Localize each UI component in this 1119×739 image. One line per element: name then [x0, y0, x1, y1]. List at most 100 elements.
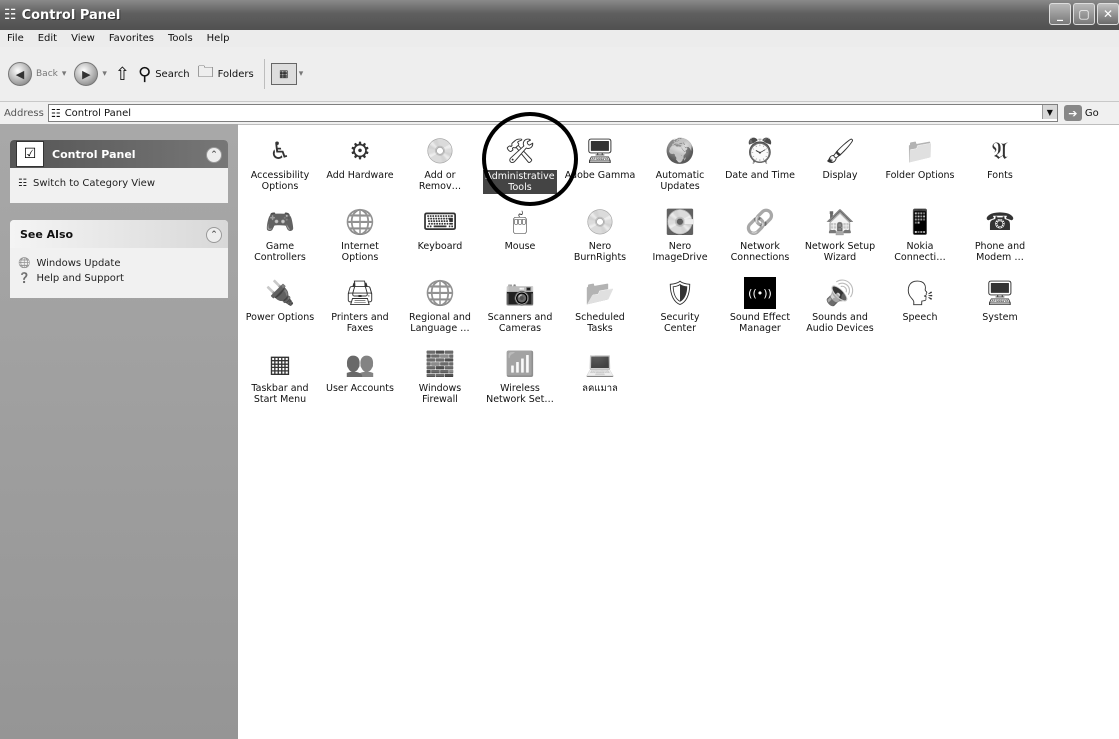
control-panel-box: ☑ Control Panel ⌃ ☷ Switch to Category V… [10, 140, 228, 203]
collapse-icon[interactable]: ⌃ [206, 147, 222, 163]
item-label: Scheduled Tasks [575, 312, 625, 334]
internet-options-icon: 🌐 [345, 208, 375, 236]
item-label: Internet Options [341, 241, 379, 263]
maximize-button[interactable]: ▢ [1073, 3, 1095, 25]
automatic-updates-icon: 🌍 [665, 137, 695, 165]
cp-item-windows-firewall[interactable]: 🧱 Windows Firewall [400, 348, 480, 405]
user-accounts-icon: 👥 [345, 350, 375, 378]
cp-item-item-34[interactable]: 💻 ลคแมาล [560, 348, 640, 394]
control-panel-window: ☷ Control Panel _ ▢ ✕ File Edit View Fav… [0, 0, 1119, 739]
menu-bar: File Edit View Favorites Tools Help [0, 30, 1119, 48]
cp-item-scanners-and-cameras[interactable]: 📷 Scanners and Cameras [480, 277, 560, 334]
item-label: Regional and Language … [409, 312, 471, 334]
search-button[interactable]: ⚲ Search [138, 64, 190, 85]
window-controls: _ ▢ ✕ [1049, 3, 1119, 25]
cp-item-taskbar-and-start-menu[interactable]: ▦ Taskbar and Start Menu [240, 348, 320, 405]
add-or-remov-icon: 💿 [425, 137, 455, 165]
cp-item-game-controllers[interactable]: 🎮 Game Controllers [240, 206, 320, 263]
menu-help[interactable]: Help [200, 33, 237, 44]
cp-item-date-and-time[interactable]: ⏰ Date and Time [720, 135, 800, 181]
display-icon: 🖌 [824, 137, 856, 165]
cp-item-automatic-updates[interactable]: 🌍 Automatic Updates [640, 135, 720, 192]
sound-effect-manager-icon: ((•)) [744, 277, 776, 309]
up-folder-button[interactable]: ⇧ [115, 64, 130, 85]
chevron-down-icon[interactable]: ▼ [1041, 105, 1057, 119]
cp-item-sounds-and-audio-devices[interactable]: 🔊 Sounds and Audio Devices [800, 277, 880, 334]
title-bar[interactable]: ☷ Control Panel _ ▢ ✕ [0, 0, 1119, 30]
cp-item-nero-burnrights[interactable]: 💿 Nero BurnRights [560, 206, 640, 263]
back-label: Back [36, 69, 58, 79]
control-panel-box-title: Control Panel [52, 147, 136, 161]
control-panel-box-header[interactable]: ☑ Control Panel ⌃ [10, 140, 228, 168]
menu-edit[interactable]: Edit [31, 33, 64, 44]
item-label: Mouse [504, 241, 536, 252]
help-and-support-link[interactable]: ❓ Help and Support [18, 273, 220, 284]
menu-view[interactable]: View [64, 33, 102, 44]
speech-icon: 🗣 [904, 279, 936, 307]
cp-item-sound-effect-manager[interactable]: ((•)) Sound Effect Manager [720, 277, 800, 334]
menu-favorites[interactable]: Favorites [102, 33, 161, 44]
item-label: Windows Firewall [418, 383, 462, 405]
cp-item-keyboard[interactable]: ⌨ Keyboard [400, 206, 480, 252]
date-and-time-icon: ⏰ [745, 137, 775, 165]
cp-item-system[interactable]: 🖥 System [960, 277, 1040, 323]
cp-item-nokia-connecti[interactable]: 📱 Nokia Connecti… [880, 206, 960, 263]
windows-update-label: Windows Update [36, 258, 121, 269]
control-panel-icon: ☷ [4, 7, 17, 23]
switch-to-category-view-link[interactable]: ☷ Switch to Category View [18, 178, 220, 189]
menu-file[interactable]: File [0, 33, 31, 44]
cp-item-network-setup-wizard[interactable]: 🏠 Network Setup Wizard [800, 206, 880, 263]
cp-item-accessibility-options[interactable]: ♿ Accessibility Options [240, 135, 320, 192]
adobe-gamma-icon: 🖥 [584, 137, 616, 165]
cp-item-printers-and-faxes[interactable]: 🖨 Printers and Faxes [320, 277, 400, 334]
windows-update-link[interactable]: 🌐 Windows Update [18, 258, 220, 269]
chevron-down-icon[interactable]: ▾ [299, 69, 304, 79]
cp-item-security-center[interactable]: 🛡 Security Center [640, 277, 720, 334]
close-button[interactable]: ✕ [1097, 3, 1119, 25]
help-icon: ❓ [18, 273, 31, 284]
item-label: Wireless Network Set… [486, 383, 554, 405]
item-label: Automatic Updates [655, 170, 705, 192]
menu-tools[interactable]: Tools [161, 33, 200, 44]
see-also-title: See Also [20, 227, 74, 241]
item-label: Nero BurnRights [573, 241, 627, 263]
minimize-button[interactable]: _ [1049, 3, 1071, 25]
cp-item-mouse[interactable]: 🖱 Mouse [480, 206, 560, 252]
go-button[interactable]: ➔ Go [1063, 105, 1099, 121]
item-label: Security Center [660, 312, 700, 334]
printers-and-faxes-icon: 🖨 [344, 279, 376, 307]
cp-item-fonts[interactable]: 𝔄 Fonts [960, 135, 1040, 181]
cp-item-network-connections[interactable]: 🔗 Network Connections [720, 206, 800, 263]
cp-item-folder-options[interactable]: 📁 Folder Options [880, 135, 960, 181]
scheduled-tasks-icon: 📂 [585, 279, 615, 307]
network-setup-wizard-icon: 🏠 [825, 208, 855, 236]
back-button[interactable]: ◀ Back ▾ [8, 62, 66, 86]
see-also-header[interactable]: See Also ⌃ [10, 220, 228, 248]
forward-button[interactable]: ▶ ▾ [74, 62, 107, 86]
item-label: Sounds and Audio Devices [806, 312, 874, 334]
cp-item-user-accounts[interactable]: 👥 User Accounts [320, 348, 400, 394]
views-icon: ▦ [278, 68, 289, 80]
cp-item-nero-imagedrive[interactable]: 💽 Nero ImageDrive [640, 206, 720, 263]
cp-item-power-options[interactable]: 🔌 Power Options [240, 277, 320, 323]
cp-item-display[interactable]: 🖌 Display [800, 135, 880, 181]
cp-item-regional-and-language[interactable]: 🌐 Regional and Language … [400, 277, 480, 334]
item-label: Taskbar and Start Menu [251, 383, 309, 405]
cp-item-scheduled-tasks[interactable]: 📂 Scheduled Tasks [560, 277, 640, 334]
cp-item-phone-and-modem[interactable]: ☎ Phone and Modem … [960, 206, 1040, 263]
go-arrow-icon: ➔ [1063, 105, 1082, 121]
game-controllers-icon: 🎮 [265, 208, 295, 236]
cp-item-internet-options[interactable]: 🌐 Internet Options [320, 206, 400, 263]
control-panel-icon: ☷ [50, 106, 61, 120]
cp-item-wireless-network-set[interactable]: 📶 Wireless Network Set… [480, 348, 560, 405]
wireless-network-set-icon: 📶 [505, 350, 535, 378]
mouse-icon: 🖱 [512, 208, 528, 236]
folders-button[interactable]: 🗀 Folders [198, 61, 254, 88]
collapse-icon[interactable]: ⌃ [206, 227, 222, 243]
folders-icon: 🗀 [197, 61, 214, 81]
cp-item-speech[interactable]: 🗣 Speech [880, 277, 960, 323]
views-button[interactable]: ▦ [270, 63, 297, 85]
cp-item-add-or-remov[interactable]: 💿 Add or Remov… [400, 135, 480, 192]
network-connections-icon: 🔗 [745, 208, 775, 236]
cp-item-add-hardware[interactable]: ⚙ Add Hardware [320, 135, 400, 181]
